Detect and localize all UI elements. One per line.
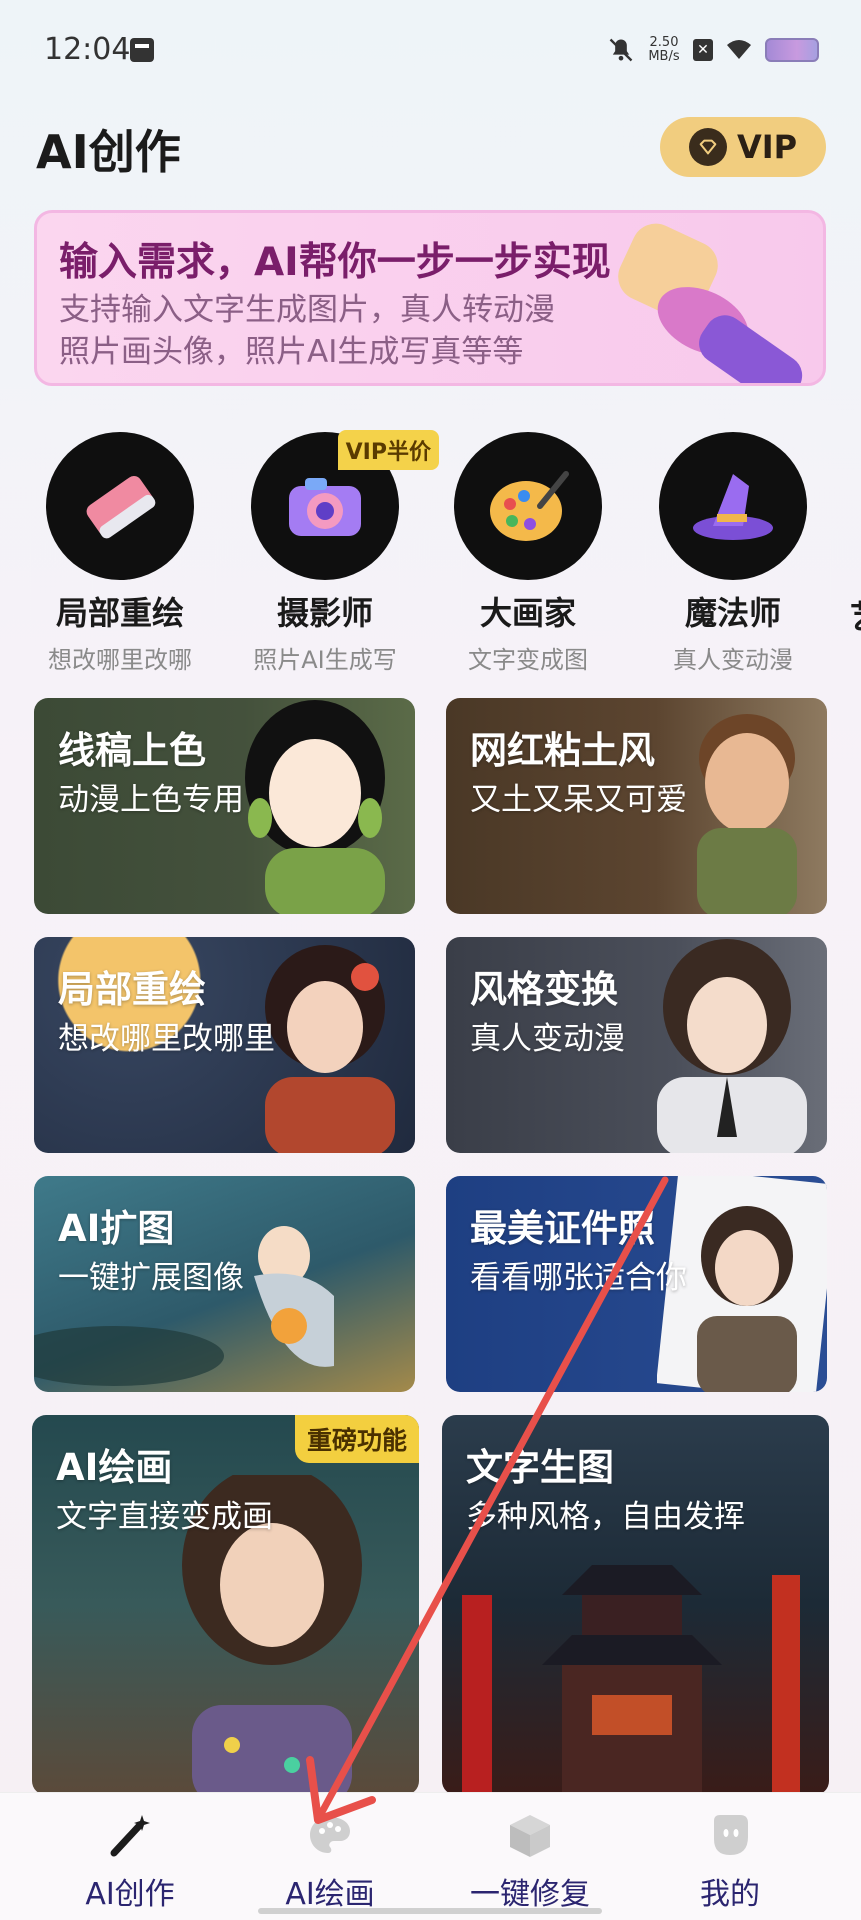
net-speed: 2.50 MB/s xyxy=(645,36,683,64)
nav-item-ai-create[interactable]: AI创作 xyxy=(40,1811,220,1913)
card-clay-style[interactable]: 网红粘土风 又土又呆又可爱 xyxy=(446,698,827,914)
vip-label: VIP xyxy=(736,128,798,166)
card-title: 网红粘土风 xyxy=(470,729,655,772)
nav-item-one-click-fix[interactable]: 一键修复 xyxy=(440,1811,620,1913)
feature-circle xyxy=(659,432,807,580)
nav-label: 我的 xyxy=(700,1877,760,1912)
banner-subtitle-line1: 支持输入文字生成图片，真人转动漫 xyxy=(59,292,555,328)
promo-banner[interactable]: 输入需求，AI帮你一步一步实现 支持输入文字生成图片，真人转动漫 照片画头像，照… xyxy=(34,210,826,386)
student-girl-image xyxy=(657,939,807,1153)
status-bar: 12:04 2.50 MB/s ✕ xyxy=(0,0,861,100)
page-title: AI创作 xyxy=(36,125,181,179)
banner-title: 输入需求，AI帮你一步一步实现 xyxy=(59,240,611,285)
feature-label: 魔法师 xyxy=(684,594,781,632)
feature-sub: 想改哪里改哪 xyxy=(48,646,192,674)
feature-circle xyxy=(454,432,602,580)
palette-icon xyxy=(306,1811,354,1859)
feature-partial-redraw[interactable]: 局部重绘 想改哪里改哪 xyxy=(25,432,215,675)
card-subtitle: 多种风格，自由发挥 xyxy=(466,1499,745,1535)
feature-photographer[interactable]: VIP半价 摄影师 照片AI生成写 xyxy=(230,430,439,675)
net-speed-value: 2.50 xyxy=(649,35,679,50)
home-indicator xyxy=(258,1908,602,1914)
vip-button[interactable]: VIP xyxy=(660,117,826,177)
card-title: AI扩图 xyxy=(58,1207,175,1250)
feature-label: 摄影师 xyxy=(276,594,373,632)
magic-wand-icon xyxy=(106,1811,154,1859)
card-partial-redraw[interactable]: 局部重绘 想改哪里改哪里 xyxy=(34,937,415,1153)
feature-circle: VIP半价 xyxy=(251,430,439,580)
wifi-icon xyxy=(723,35,755,65)
feature-sub: 照片AI生成写 xyxy=(253,646,397,674)
banner-subtitle: 支持输入文字生成图片，真人转动漫 照片画头像，照片AI生成写真等等 xyxy=(59,289,659,373)
card-title: 线稿上色 xyxy=(58,729,206,772)
card-subtitle: 文字直接变成画 xyxy=(56,1499,273,1535)
feature-sub: 文字变成图 xyxy=(468,646,588,674)
feature-sub: 真人变动漫 xyxy=(673,646,793,674)
card-title: 文字生图 xyxy=(466,1446,614,1489)
nav-label: 一键修复 xyxy=(470,1877,590,1912)
card-subtitle: 动漫上色专用 xyxy=(58,782,244,818)
card-subtitle: 又土又呆又可爱 xyxy=(470,782,687,818)
close-box-icon: ✕ xyxy=(693,39,713,61)
card-subtitle: 看看哪张适合你 xyxy=(470,1260,687,1296)
sim-icon xyxy=(130,38,154,62)
card-ai-painting[interactable]: 重磅功能 AI绘画 文字直接变成画 xyxy=(32,1415,419,1795)
card-id-photo[interactable]: 最美证件照 看看哪张适合你 xyxy=(446,1176,827,1392)
battery-icon xyxy=(765,38,819,62)
card-subtitle: 一键扩展图像 xyxy=(58,1260,244,1296)
card-line-art-coloring[interactable]: 线稿上色 动漫上色专用 xyxy=(34,698,415,914)
feature-painter[interactable]: 大画家 文字变成图 xyxy=(433,432,623,675)
card-title: 风格变换 xyxy=(470,968,618,1011)
nav-label: AI绘画 xyxy=(285,1877,375,1912)
camera-icon xyxy=(289,478,361,536)
card-text-to-image[interactable]: 文字生图 多种风格，自由发挥 xyxy=(442,1415,829,1795)
card-style-transfer[interactable]: 风格变换 真人变动漫 xyxy=(446,937,827,1153)
vip-half-price-badge: VIP半价 xyxy=(337,430,439,470)
bell-muted-icon xyxy=(607,36,635,64)
card-title: AI绘画 xyxy=(56,1446,173,1489)
net-speed-unit: MB/s xyxy=(648,49,680,64)
feature-circle xyxy=(46,432,194,580)
eraser-icon xyxy=(86,476,156,539)
vip-diamond-icon xyxy=(688,128,727,166)
status-time: 12:04 xyxy=(44,32,131,67)
banner-subtitle-line2: 照片画头像，照片AI生成写真等等 xyxy=(59,334,524,370)
nav-label: AI创作 xyxy=(85,1877,175,1912)
feature-edge-label: 艺 xyxy=(850,592,861,638)
bottom-nav: AI创作 AI绘画 一键修复 我的 xyxy=(0,1792,861,1920)
card-title: 最美证件照 xyxy=(470,1207,655,1250)
heavy-feature-badge: 重磅功能 xyxy=(294,1415,419,1463)
card-subtitle: 想改哪里改哪里 xyxy=(58,1021,275,1057)
nav-item-ai-painting[interactable]: AI绘画 xyxy=(240,1811,420,1913)
card-ai-expand[interactable]: AI扩图 一键扩展图像 xyxy=(34,1176,415,1392)
feature-label: 大画家 xyxy=(479,594,576,632)
card-subtitle: 真人变动漫 xyxy=(470,1021,625,1057)
card-title: 局部重绘 xyxy=(58,968,206,1011)
feature-magician[interactable]: 魔法师 真人变动漫 xyxy=(638,432,828,675)
profile-icon xyxy=(706,1811,754,1859)
cube-icon xyxy=(506,1811,554,1859)
status-icons: 2.50 MB/s ✕ xyxy=(607,34,819,66)
palette-icon xyxy=(490,471,569,541)
feature-label: 局部重绘 xyxy=(55,594,184,632)
nav-item-me[interactable]: 我的 xyxy=(640,1811,820,1913)
wizard-hat-icon xyxy=(693,474,773,540)
